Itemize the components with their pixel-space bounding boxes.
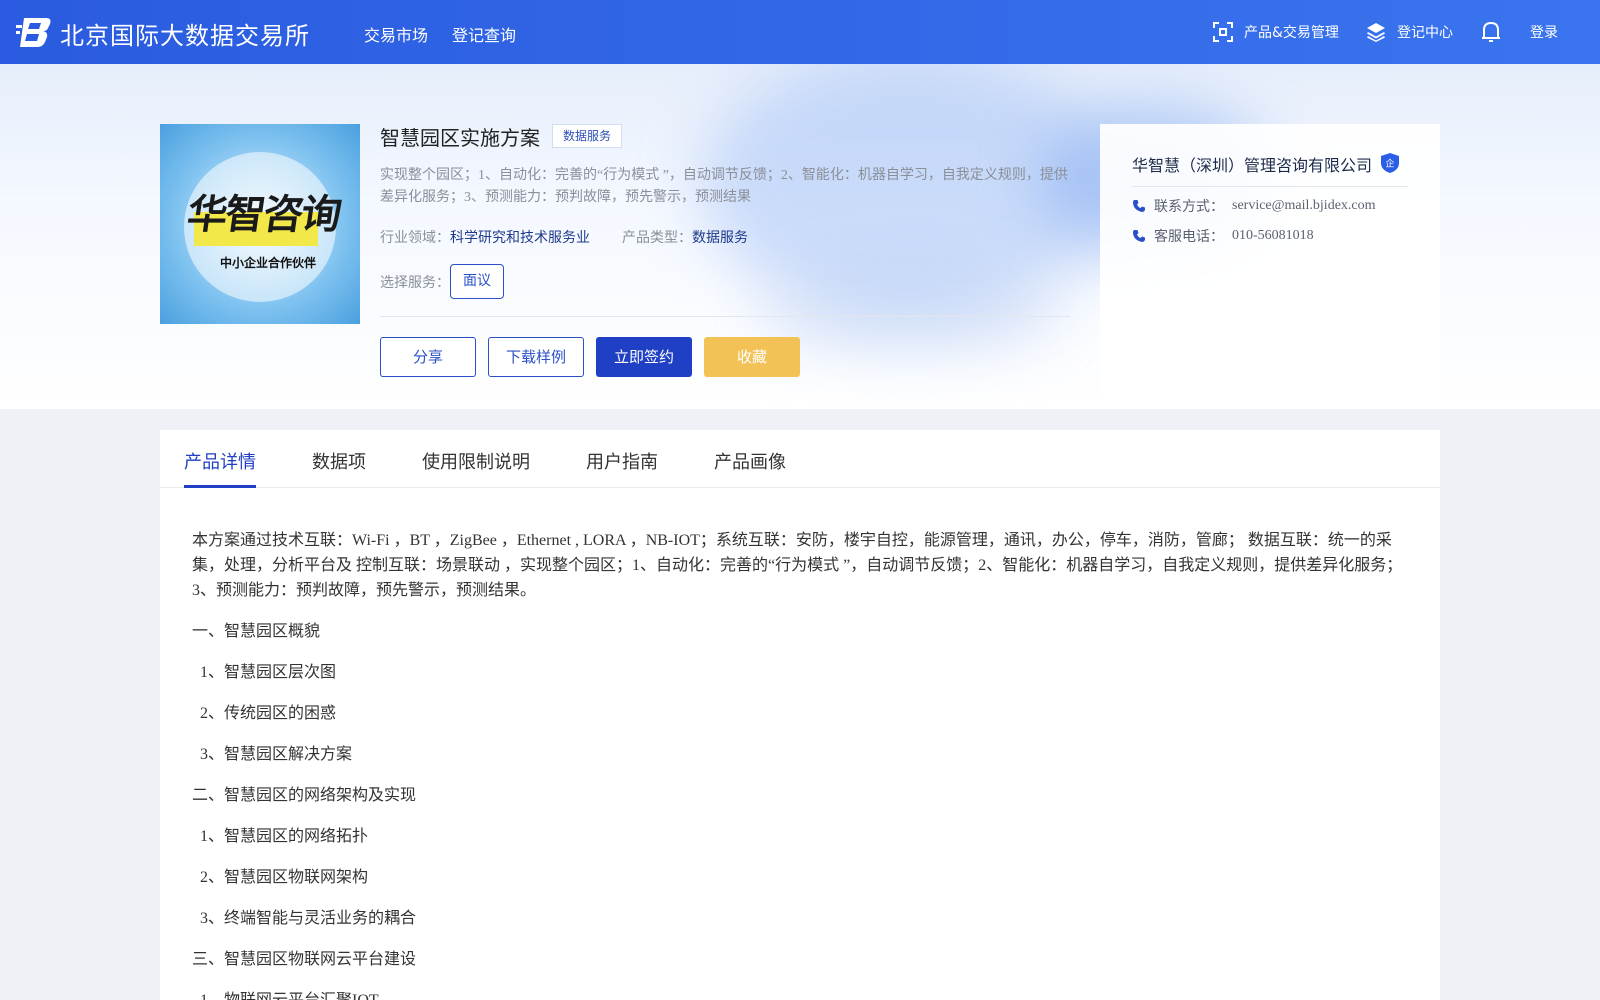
product-title: 智慧园区实施方案 (380, 126, 540, 150)
outline-item: 二、智慧园区的网络架构及实现 (192, 787, 417, 804)
enterprise-verified-badge-icon: 企 (1381, 153, 1399, 173)
outline-item: 一、智慧园区概貌 (192, 623, 321, 640)
contact-email[interactable]: service@mail.bjidex.com (1232, 198, 1376, 214)
nav-registry-query[interactable]: 登记查询 (452, 22, 516, 46)
industry-field: 行业领域：科学研究和技术服务业 (380, 227, 590, 247)
notification-button[interactable] (1480, 0, 1512, 64)
hero-decoration (760, 274, 1060, 354)
outline-item: 1、智慧园区层次图 (200, 664, 337, 681)
company-card-divider (1132, 186, 1408, 187)
tab-usage-restrictions[interactable]: 使用限制说明 (422, 448, 530, 474)
bjidex-logo-icon[interactable] (16, 14, 52, 48)
product-trade-management-label: 产品&交易管理 (1244, 25, 1339, 41)
tab-user-guide[interactable]: 用户指南 (586, 448, 658, 474)
login-link[interactable]: 登录 (1530, 0, 1558, 64)
nav-trade-market[interactable]: 交易市场 (364, 22, 428, 46)
download-sample-button[interactable]: 下载样例 (488, 337, 584, 377)
product-trade-management-link[interactable]: 产品&交易管理 (1212, 0, 1339, 64)
phone-icon (1133, 230, 1145, 242)
detail-content: 本方案通过技术互联：Wi-Fi ，BT ，ZigBee ，Ethernet , … (192, 528, 1412, 1000)
sign-now-button[interactable]: 立即签约 (596, 337, 692, 377)
industry-value: 科学研究和技术服务业 (450, 230, 590, 246)
outline-item: 1、智慧园区的网络拓扑 (200, 828, 369, 845)
contact-phone-row: 客服电话： 010-56081018 (1132, 226, 1314, 246)
phone-icon (1133, 200, 1145, 212)
top-navigation-bar: 北京国际大数据交易所 交易市场 登记查询 产品&交易管理 登记中心 登录 (0, 0, 1600, 64)
tab-data-items[interactable]: 数据项 (312, 448, 366, 474)
outline-item: 3、终端智能与灵活业务的耦合 (200, 910, 417, 927)
registry-center-label: 登记中心 (1397, 25, 1453, 41)
scan-icon (1213, 22, 1233, 42)
product-type-badge: 数据服务 (552, 124, 623, 148)
registry-center-link[interactable]: 登记中心 (1365, 0, 1453, 64)
outline-item: 1、物联网云平台汇聚IOT (192, 988, 1412, 1000)
industry-label: 行业领域： (380, 230, 450, 246)
active-tab-indicator (184, 485, 256, 488)
product-type-value: 数据服务 (692, 230, 748, 246)
service-option-negotiable[interactable]: 面议 (450, 264, 504, 299)
product-image-subtext: 中小企业合作伙伴 (220, 256, 317, 270)
outline-item: 3、智慧园区解决方案 (200, 746, 353, 763)
company-card: 华智慧（深圳）管理咨询有限公司 企 联系方式： service@mail.bji… (1100, 124, 1440, 404)
product-image: 华智咨询 中小企业合作伙伴 (160, 124, 360, 324)
detail-intro: 本方案通过技术互联：Wi-Fi ，BT ，ZigBee ，Ethernet , … (192, 532, 1403, 599)
outline-item: 2、传统园区的困惑 (200, 705, 337, 722)
phone-label: 客服电话： (1154, 229, 1224, 245)
product-description: 实现整个园区；1、自动化：完善的“行为模式 ”，自动调节反馈；2、智能化：机器自… (380, 168, 1068, 205)
site-name[interactable]: 北京国际大数据交易所 (60, 16, 310, 51)
divider (380, 316, 1070, 317)
service-phone[interactable]: 010-56081018 (1232, 228, 1314, 244)
contact-label: 联系方式： (1154, 199, 1224, 215)
product-type-field: 产品类型：数据服务 (622, 227, 748, 247)
bell-icon (1482, 21, 1500, 42)
tab-product-profile[interactable]: 产品画像 (714, 448, 786, 474)
share-button[interactable]: 分享 (380, 337, 476, 377)
company-name[interactable]: 华智慧（深圳）管理咨询有限公司 (1132, 152, 1372, 176)
product-image-text: 华智咨询 (184, 192, 343, 238)
detail-tabs: 产品详情 数据项 使用限制说明 用户指南 产品画像 (160, 430, 1440, 488)
contact-email-row: 联系方式： service@mail.bjidex.com (1132, 196, 1376, 216)
select-service-label: 选择服务： (380, 275, 450, 291)
favorite-button[interactable]: 收藏 (704, 337, 800, 377)
product-detail-panel: 产品详情 数据项 使用限制说明 用户指南 产品画像 本方案通过技术互联：Wi-F… (160, 430, 1440, 1000)
outline-item: 三、智慧园区物联网云平台建设 (192, 951, 417, 968)
svg-text:企: 企 (1385, 158, 1394, 170)
outline-item: 2、智慧园区物联网架构 (200, 869, 369, 886)
tab-product-details[interactable]: 产品详情 (184, 448, 256, 474)
layers-icon (1367, 23, 1385, 42)
product-type-label: 产品类型： (622, 230, 692, 246)
